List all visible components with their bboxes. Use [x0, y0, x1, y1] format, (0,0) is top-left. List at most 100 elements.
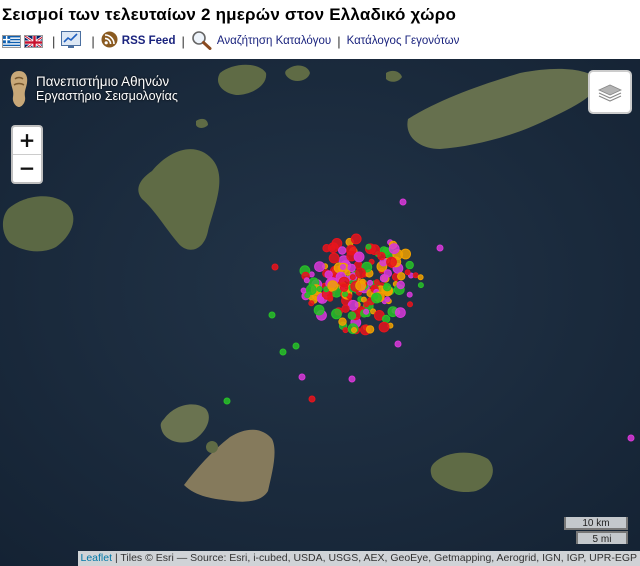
earthquake-marker[interactable] — [308, 395, 316, 403]
earthquake-marker[interactable] — [372, 293, 379, 300]
earthquake-marker[interactable] — [395, 307, 406, 319]
toolbar-separator: | — [337, 33, 341, 49]
earthquake-marker[interactable] — [397, 272, 406, 281]
earthquake-marker[interactable] — [381, 314, 391, 324]
earthquake-marker[interactable] — [327, 295, 334, 302]
earthquake-marker[interactable] — [373, 279, 380, 286]
earthquake-marker[interactable] — [399, 198, 407, 206]
earthquake-marker[interactable] — [345, 244, 357, 256]
earthquake-marker[interactable] — [355, 267, 366, 279]
uk-flag-icon[interactable] — [24, 34, 43, 48]
rss-feed-link[interactable]: RSS Feed — [122, 35, 176, 47]
earthquake-marker[interactable] — [339, 264, 346, 270]
earthquake-marker[interactable] — [338, 317, 347, 326]
logo-line-2: Εργαστήριο Σεισμολογίας — [36, 89, 178, 103]
earthquake-marker[interactable] — [378, 321, 390, 333]
earthquake-marker[interactable] — [342, 327, 349, 334]
university-logo-icon — [10, 71, 28, 107]
earthquake-marker[interactable] — [271, 263, 279, 271]
earthquake-marker[interactable] — [386, 256, 397, 268]
earthquake-marker[interactable] — [353, 251, 365, 263]
earthquake-marker[interactable] — [339, 283, 349, 293]
events-catalog-link[interactable]: Κατάλογος Γεγονότων — [347, 35, 460, 47]
page-title: Σεισμοί των τελευταίων 2 ημερών στον Ελλ… — [2, 5, 457, 24]
scale-km: 10 km — [564, 517, 628, 530]
earthquake-marker[interactable] — [318, 296, 325, 303]
attribution: Leaflet | Tiles © Esri — Source: Esri, i… — [77, 551, 640, 566]
university-logo: Πανεπιστήμιο Αθηνών Εργαστήριο Σεισμολογ… — [8, 69, 178, 109]
earthquake-marker[interactable] — [347, 311, 357, 320]
logo-line-1: Πανεπιστήμιο Αθηνών — [36, 74, 170, 89]
earthquake-marker[interactable] — [436, 244, 444, 252]
earthquake-marker[interactable] — [377, 251, 386, 261]
earthquake-marker[interactable] — [365, 325, 375, 334]
earthquake-marker[interactable] — [394, 340, 402, 348]
layers-button[interactable] — [588, 70, 632, 114]
earthquake-marker[interactable] — [360, 296, 367, 303]
earthquake-marker[interactable] — [348, 375, 356, 383]
earthquake-marker[interactable] — [349, 274, 356, 281]
earthquake-marker[interactable] — [298, 373, 306, 381]
toolbar-separator: | — [52, 33, 56, 49]
earthquake-marker[interactable] — [363, 301, 370, 308]
earthquake-marker[interactable] — [316, 286, 323, 292]
earthquake-map[interactable]: Πανεπιστήμιο Αθηνών Εργαστήριο Σεισμολογ… — [0, 59, 640, 566]
earthquake-marker[interactable] — [388, 243, 400, 255]
zoom-in-button[interactable]: + — [13, 127, 41, 154]
zoom-control: + − — [11, 125, 43, 184]
earthquake-marker[interactable] — [331, 308, 342, 320]
catalog-search-link[interactable]: Αναζήτηση Καταλόγου — [217, 35, 331, 47]
earthquake-marker[interactable] — [405, 260, 414, 270]
earthquake-marker[interactable] — [355, 280, 367, 292]
earthquake-marker[interactable] — [308, 300, 315, 307]
earthquake-marker[interactable] — [383, 269, 392, 278]
earthquake-marker[interactable] — [417, 274, 424, 281]
earthquake-marker[interactable] — [407, 301, 413, 308]
earthquake-marker[interactable] — [338, 246, 347, 255]
earthquake-marker[interactable] — [223, 397, 231, 405]
earthquake-markers[interactable] — [0, 59, 640, 566]
earthquake-marker[interactable] — [627, 434, 635, 442]
earthquake-marker[interactable] — [324, 270, 333, 279]
earthquake-marker[interactable] — [279, 348, 287, 356]
earthquake-marker[interactable] — [314, 261, 325, 273]
earthquake-marker[interactable] — [341, 304, 350, 313]
rss-icon[interactable] — [101, 31, 118, 51]
earthquake-marker[interactable] — [412, 272, 419, 279]
earthquake-marker[interactable] — [350, 233, 362, 245]
toolbar-separator: | — [181, 33, 185, 49]
scale-mi: 5 mi — [576, 531, 628, 545]
earthquake-marker[interactable] — [342, 291, 349, 298]
toolbar: | | RSS Feed | Αναζήτηση Καταλόγου | Κατ… — [2, 30, 459, 52]
earthquake-marker[interactable] — [351, 327, 357, 333]
earthquake-marker[interactable] — [396, 280, 405, 290]
earthquake-marker[interactable] — [384, 296, 391, 303]
leaflet-link[interactable]: Leaflet — [81, 552, 113, 564]
magnifier-icon[interactable] — [191, 30, 213, 53]
earthquake-marker[interactable] — [363, 308, 370, 315]
earthquake-marker[interactable] — [367, 279, 374, 286]
earthquake-marker[interactable] — [322, 244, 331, 253]
scale-bar: 10 km 5 mi — [564, 517, 628, 545]
earthquake-marker[interactable] — [327, 280, 339, 292]
earthquake-marker[interactable] — [404, 269, 411, 276]
earthquake-marker[interactable] — [313, 304, 325, 316]
toolbar-separator: | — [91, 33, 95, 49]
earthquake-marker[interactable] — [300, 287, 307, 294]
earthquake-marker[interactable] — [365, 243, 372, 250]
earthquake-marker[interactable] — [292, 342, 300, 350]
earthquake-marker[interactable] — [344, 269, 351, 276]
earthquake-marker[interactable] — [328, 252, 340, 264]
earthquake-marker[interactable] — [383, 283, 392, 292]
zoom-out-button[interactable]: − — [13, 154, 41, 182]
earthquake-marker[interactable] — [417, 282, 424, 289]
greek-flag-icon[interactable] — [2, 34, 21, 48]
chart-icon[interactable] — [61, 30, 82, 52]
earthquake-marker[interactable] — [303, 277, 310, 284]
earthquake-marker[interactable] — [406, 291, 413, 298]
earthquake-marker[interactable] — [308, 271, 315, 278]
earthquake-marker[interactable] — [268, 311, 276, 319]
tiles-attribution: | Tiles © Esri — Source: Esri, i-cubed, … — [112, 552, 637, 564]
earthquake-marker[interactable] — [304, 292, 311, 299]
layers-icon — [598, 84, 622, 102]
